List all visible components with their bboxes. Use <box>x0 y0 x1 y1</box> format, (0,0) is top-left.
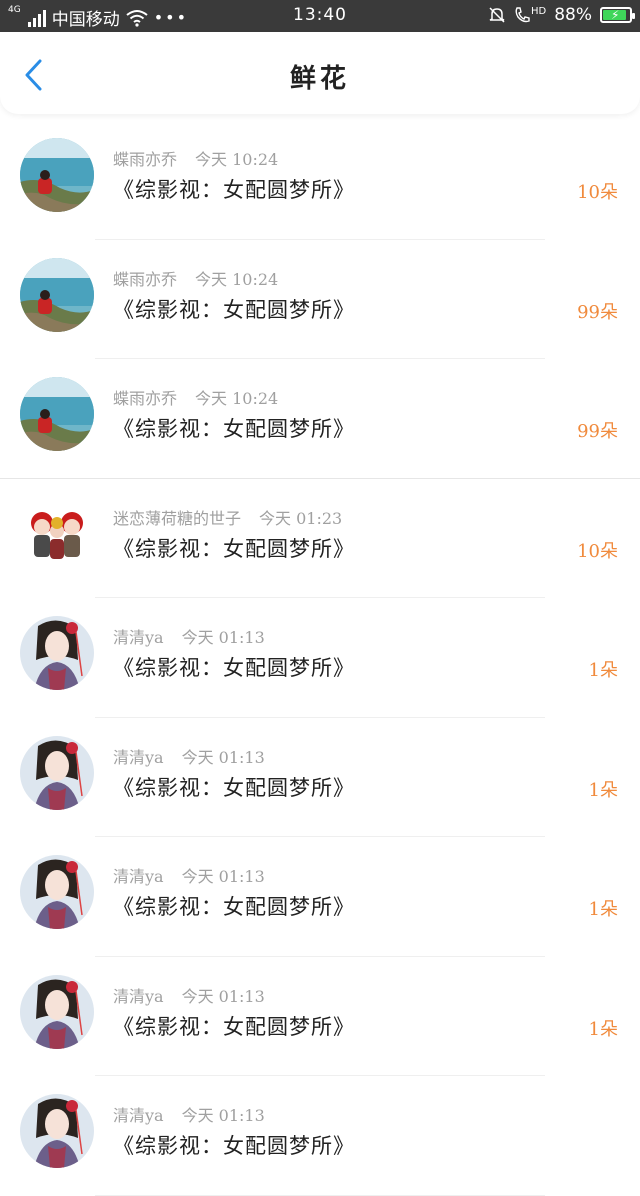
book-title[interactable]: 《综影视：女配圆梦所》 <box>113 1011 355 1041</box>
send-time: 今天 10:24 <box>195 389 279 408</box>
book-title[interactable]: 《综影视：女配圆梦所》 <box>113 413 355 443</box>
item-meta: 清清ya 今天 01:13 <box>113 1102 265 1126</box>
send-time: 今天 01:13 <box>181 747 265 767</box>
list-item[interactable]: 蝶雨亦乔 今天 10:24 《综影视：女配圆梦所》 10朵 <box>0 120 640 240</box>
item-meta: 清清ya 今天 01:13 <box>113 744 265 768</box>
book-title[interactable]: 《综影视：女配圆梦所》 <box>113 174 355 204</box>
flower-record-list: 蝶雨亦乔 今天 10:24 《综影视：女配圆梦所》 10朵 蝶雨亦乔 今天 10:24 《综… <box>0 120 640 1196</box>
book-title[interactable]: 《综影视：女配圆梦所》 <box>113 891 355 921</box>
send-time: 今天 10:24 <box>195 269 279 289</box>
user-name[interactable]: 蝶雨亦乔 <box>113 150 177 169</box>
hd-call-indicator: HD <box>514 6 546 24</box>
user-name[interactable]: 蝶雨亦乔 <box>113 389 177 408</box>
list-item[interactable]: 清清ya 今天 01:13 《综影视：女配圆梦所》 1朵 <box>0 718 640 837</box>
list-item[interactable]: 清清ya 今天 01:13 《综影视：女配圆梦所》 1朵 <box>0 957 640 1076</box>
book-title[interactable]: 《综影视：女配圆梦所》 <box>113 652 355 682</box>
book-title[interactable]: 《综影视：女配圆梦所》 <box>113 533 355 563</box>
avatar[interactable] <box>20 975 94 1049</box>
book-title[interactable]: 《综影视：女配圆梦所》 <box>113 772 355 802</box>
send-time: 今天 01:13 <box>181 1106 265 1125</box>
flower-count: 10朵 <box>577 540 618 562</box>
user-name[interactable]: 清清ya <box>113 748 164 767</box>
flower-count: 99朵 <box>577 301 618 323</box>
battery-percent: 88% <box>554 5 592 25</box>
list-item[interactable]: 迷恋薄荷糖的世子 今天 01:23 《综影视：女配圆梦所》 10朵 <box>0 479 640 598</box>
item-meta: 清清ya 今天 01:13 <box>113 624 265 648</box>
book-title[interactable]: 《综影视：女配圆梦所》 <box>113 1130 355 1160</box>
nav-bar: 鲜花 <box>0 32 640 114</box>
divider <box>95 1194 545 1196</box>
flower-count: 1朵 <box>588 1018 618 1040</box>
user-name[interactable]: 清清ya <box>113 1106 164 1125</box>
avatar[interactable] <box>20 497 94 571</box>
user-name[interactable]: 清清ya <box>113 987 164 1006</box>
page-title: 鲜花 <box>289 64 350 94</box>
flower-count: 1朵 <box>588 779 618 801</box>
user-name[interactable]: 迷恋薄荷糖的世子 <box>113 509 241 528</box>
hd-label: HD <box>530 6 547 17</box>
item-meta: 蝶雨亦乔 今天 10:24 <box>113 385 278 409</box>
item-meta: 蝶雨亦乔 今天 10:24 <box>113 266 278 290</box>
flower-count: 10朵 <box>577 182 618 203</box>
charging-icon: ⚡ <box>611 8 620 22</box>
avatar[interactable] <box>20 258 94 332</box>
item-meta: 蝶雨亦乔 今天 10:24 <box>113 146 278 170</box>
status-right: HD 88% ⚡ <box>488 5 635 25</box>
item-meta: 清清ya 今天 01:13 <box>113 983 265 1007</box>
avatar[interactable] <box>20 138 94 212</box>
user-name[interactable]: 清清ya <box>113 867 164 886</box>
bell-muted-icon <box>489 7 505 23</box>
user-name[interactable]: 蝶雨亦乔 <box>113 270 177 289</box>
flower-count: 1朵 <box>588 899 618 920</box>
flower-count: 1朵 <box>588 660 618 681</box>
item-meta: 迷恋薄荷糖的世子 今天 01:23 <box>113 505 342 529</box>
avatar[interactable] <box>20 1094 94 1168</box>
send-time: 今天 01:13 <box>181 867 265 886</box>
send-time: 今天 01:13 <box>181 986 265 1006</box>
list-item[interactable]: 清清ya 今天 01:13 《综影视：女配圆梦所》 1朵 <box>0 837 640 957</box>
avatar[interactable] <box>20 855 94 929</box>
user-name[interactable]: 清清ya <box>113 628 164 647</box>
avatar[interactable] <box>20 377 94 451</box>
item-meta: 清清ya 今天 01:13 <box>113 863 265 887</box>
send-time: 今天 10:24 <box>195 150 279 169</box>
send-time: 今天 01:23 <box>259 508 343 528</box>
list-item[interactable]: 清清ya 今天 01:13 《综影视：女配圆梦所》 <box>0 1076 640 1196</box>
avatar[interactable] <box>20 736 94 810</box>
list-item[interactable]: 清清ya 今天 01:13 《综影视：女配圆梦所》 1朵 <box>0 598 640 718</box>
avatar[interactable] <box>20 616 94 690</box>
flower-count: 99朵 <box>577 421 618 442</box>
send-time: 今天 01:13 <box>181 628 265 647</box>
book-title[interactable]: 《综影视：女配圆梦所》 <box>113 294 355 324</box>
status-bar: 4G 中国移动 ••• 13:40 HD 88% ⚡ <box>0 0 640 32</box>
phone-icon <box>515 7 530 23</box>
list-item[interactable]: 蝶雨亦乔 今天 10:24 《综影视：女配圆梦所》 99朵 <box>0 240 640 359</box>
list-item[interactable]: 蝶雨亦乔 今天 10:24 《综影视：女配圆梦所》 99朵 <box>0 359 640 479</box>
battery-icon: ⚡ <box>600 7 635 23</box>
